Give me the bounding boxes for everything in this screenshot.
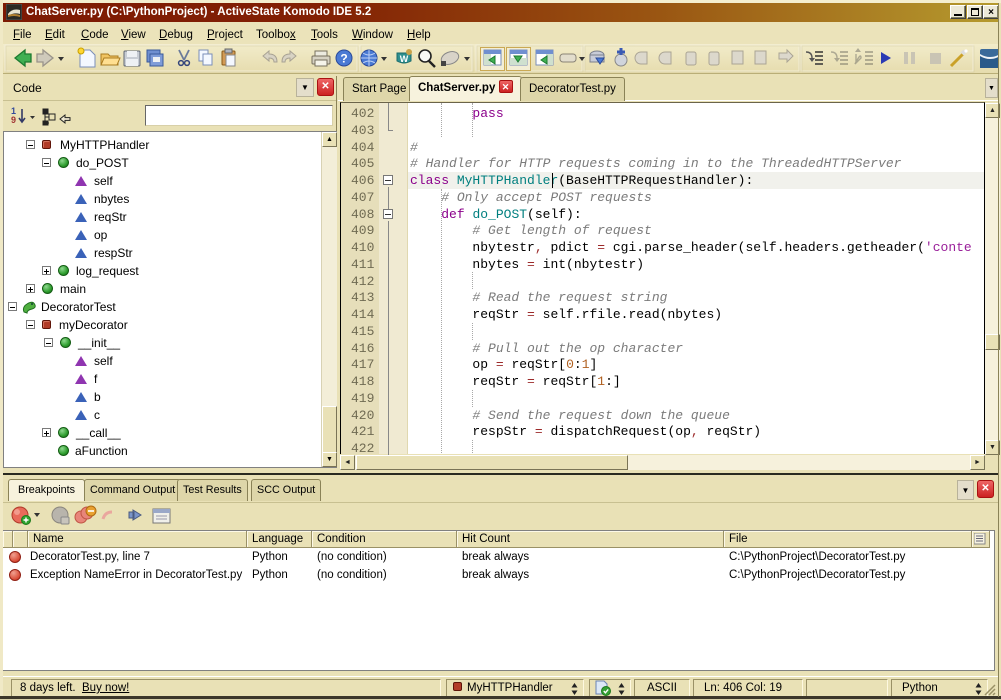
svg-text:?: ? [340, 52, 347, 66]
svg-text:W: W [400, 54, 409, 64]
svg-text:9: 9 [11, 115, 16, 125]
